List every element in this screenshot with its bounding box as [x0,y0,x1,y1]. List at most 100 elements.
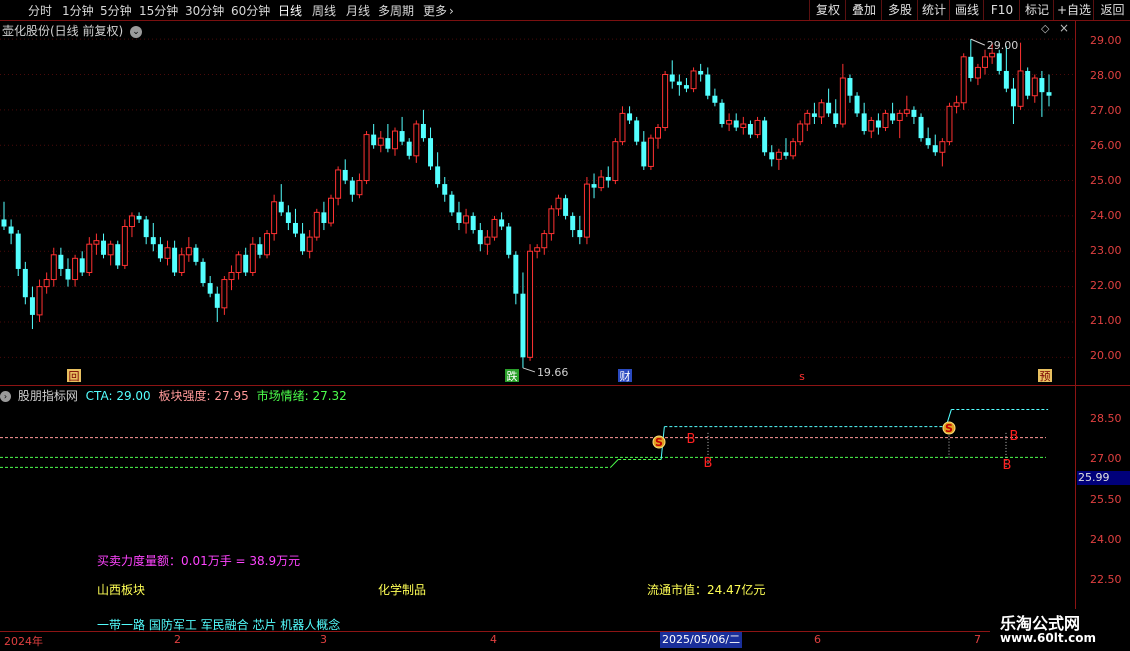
axis-separator [1076,385,1130,386]
candle-body [399,131,405,142]
event-tag: 回 [67,369,81,383]
industry-name: 化学制品 [378,583,427,597]
candle-body [939,141,946,153]
multi-stock-button[interactable]: 多股 [881,0,918,20]
f10-button[interactable]: F10 [983,0,1020,20]
candle-body [29,297,35,315]
candle-body [164,247,171,259]
candle-body [278,201,284,213]
candle-body [86,243,93,273]
add-watchlist-button[interactable]: +自选 [1053,0,1094,20]
candle-body [555,197,562,210]
indicator-name: 股朋指标网 [17,389,78,403]
high-marker-line [970,38,985,46]
diamond-icon[interactable]: ◇ [1041,22,1049,35]
candle-body [903,109,910,114]
candle-body [705,74,711,96]
back-button[interactable]: 返回 [1093,0,1130,20]
candle-body [946,105,953,143]
date-timeline[interactable]: 2024年 2 3 4 6 7 2025/05/06/二 [0,631,1130,651]
period-tab-30min[interactable]: 30分钟 [185,2,224,19]
low-price-label: 19.66 [537,366,569,379]
float-market-cap: 流通市值：24.47亿元 [647,583,766,597]
statistics-button[interactable]: 统计 [917,0,950,20]
candle-body [790,141,797,157]
candle-body [783,152,789,156]
candle-body [833,113,839,124]
indicator-axis-label: 25.50 [1090,493,1122,506]
candle-body [136,215,142,220]
period-tab-15min[interactable]: 15分钟 [139,2,178,19]
candle-body [257,244,263,255]
trade-power-text: 买卖力度量额：0.01万手 = 38.9万元 [97,554,301,568]
candle-body [150,237,156,245]
axis-label: 26.00 [1090,139,1122,152]
candle-body [506,226,512,255]
candle-body [612,141,619,182]
period-tab-daily[interactable]: 日线 [278,2,302,19]
candle-body [306,236,313,252]
period-tab-monthly[interactable]: 月线 [346,2,370,19]
candle-body [72,257,79,281]
candle-body [690,70,697,90]
candle-body [435,166,441,185]
candle-body [1003,70,1009,89]
chevron-down-icon[interactable]: ⌄ [130,25,143,38]
event-tag: 财 [618,369,632,383]
price-candlestick-chart[interactable]: 29.00 19.66 回 跌 财 s 预 [0,21,1075,385]
timeline-label: 3 [320,633,327,646]
sector-strength-label: 板块强度: [158,389,211,403]
period-tab-60min[interactable]: 60分钟 [231,2,270,19]
axis-label: 22.00 [1090,279,1122,292]
cta-label: CTA: [85,389,113,403]
buy-signal: B [1003,458,1012,473]
draw-line-button[interactable]: 画线 [949,0,984,20]
adjust-button[interactable]: 复权 [809,0,846,20]
candle-body [221,279,228,309]
chevron-right-icon: › [449,4,454,18]
period-toolbar: 分时 1分钟 5分钟 15分钟 30分钟 60分钟 日线 周线 月线 多周期 更… [0,0,1130,21]
candle-body [598,176,605,189]
candle-body [839,77,846,125]
candle-body [214,293,220,308]
candle-body [769,152,775,160]
buy-signal: B [704,456,713,471]
indicator-chart[interactable]: S BBSBB [0,386,1075,630]
sector-name: 山西板块 [97,583,146,597]
candle-body [896,112,903,121]
candle-body [420,123,426,139]
timeline-label: 2024年 [4,635,43,648]
axis-label: 24.00 [1090,209,1122,222]
period-tab-more[interactable]: 更多 › [423,2,454,19]
candle-body [228,271,235,281]
sell-signal-label: S [945,422,953,435]
candle-body [1025,70,1031,96]
candle-body [754,119,761,136]
stock-title-bar: 壶化股份(日线 前复权) ⌄ [2,22,143,39]
candle-body [456,212,462,223]
event-tag-label: 预 [1040,370,1051,383]
period-tab-multi[interactable]: 多周期 [378,2,414,19]
candle-body [1017,70,1024,107]
timeline-label: 4 [490,633,497,646]
indicator-toggle-icon[interactable]: › [0,391,11,402]
period-tab-5min[interactable]: 5分钟 [100,2,132,19]
candle-body [349,180,355,195]
event-tag-label: 跌 [507,369,518,383]
candle-body [107,243,114,256]
period-tab-intraday[interactable]: 分时 [28,2,52,19]
period-tab-weekly[interactable]: 周线 [312,2,336,19]
timeline-label: 2 [174,633,181,646]
candle-body [1031,77,1038,97]
axis-label: 21.00 [1090,314,1122,327]
current-value-badge: 25.99 [1077,471,1130,485]
sell-signal-badge: S [942,421,956,435]
period-tab-1min[interactable]: 1分钟 [62,2,94,19]
overlay-button[interactable]: 叠加 [845,0,882,20]
candle-body [641,141,647,167]
mark-button[interactable]: 标记 [1019,0,1054,20]
candle-body [1046,92,1052,96]
candle-body [249,243,256,273]
high-price-label: 29.00 [987,39,1019,52]
close-icon[interactable]: × [1059,21,1069,35]
